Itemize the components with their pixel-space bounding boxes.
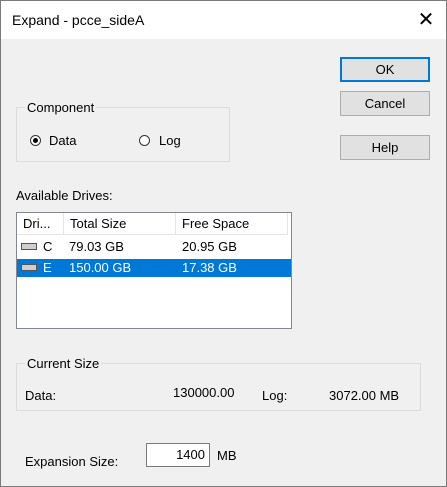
drive-icon	[21, 243, 37, 250]
current-data-label: Data:	[25, 388, 57, 403]
current-log-label: Log:	[262, 388, 288, 403]
column-header-total-size[interactable]: Total Size	[64, 213, 176, 235]
data-radio[interactable]	[30, 135, 41, 146]
drive-letter: E	[43, 260, 52, 275]
expand-dialog: Expand - pcce_sideA ✕ OK Cancel Help Com…	[0, 0, 447, 487]
current-log-value: 3072.00 MB	[329, 388, 400, 403]
current-size-legend: Current Size	[27, 356, 100, 371]
column-header-free-space[interactable]: Free Space	[176, 213, 288, 235]
window-title: Expand - pcce_sideA	[12, 12, 145, 28]
ok-button[interactable]: OK	[340, 57, 430, 82]
data-radio-label[interactable]: Data	[49, 133, 76, 148]
drive-free-space: 20.95 GB	[182, 239, 237, 254]
drives-list[interactable]: Dri... Total Size Free Space C 79.03 GB …	[16, 212, 292, 329]
cancel-button[interactable]: Cancel	[340, 91, 430, 116]
component-legend: Component	[27, 100, 95, 115]
drive-icon	[21, 264, 37, 271]
drive-row-c[interactable]: C 79.03 GB 20.95 GB	[17, 238, 291, 256]
expansion-unit-label: MB	[217, 448, 237, 463]
drive-letter: C	[43, 239, 53, 254]
log-radio[interactable]	[139, 135, 150, 146]
drive-free-space: 17.38 GB	[182, 260, 237, 275]
drive-total-size: 79.03 GB	[69, 239, 124, 254]
expansion-size-input[interactable]: 1400	[146, 443, 210, 467]
expansion-size-label: Expansion Size:	[25, 454, 119, 469]
available-drives-label: Available Drives:	[16, 188, 113, 203]
current-data-value: 130000.00	[173, 385, 235, 400]
log-radio-label[interactable]: Log	[159, 133, 181, 148]
close-icon[interactable]: ✕	[406, 1, 446, 39]
drive-total-size: 150.00 GB	[69, 260, 132, 275]
help-button[interactable]: Help	[340, 135, 430, 160]
component-group: Component	[16, 100, 230, 162]
drive-row-e[interactable]: E 150.00 GB 17.38 GB	[17, 259, 291, 277]
column-header-drive[interactable]: Dri...	[17, 213, 64, 235]
title-bar: Expand - pcce_sideA ✕	[1, 1, 446, 39]
